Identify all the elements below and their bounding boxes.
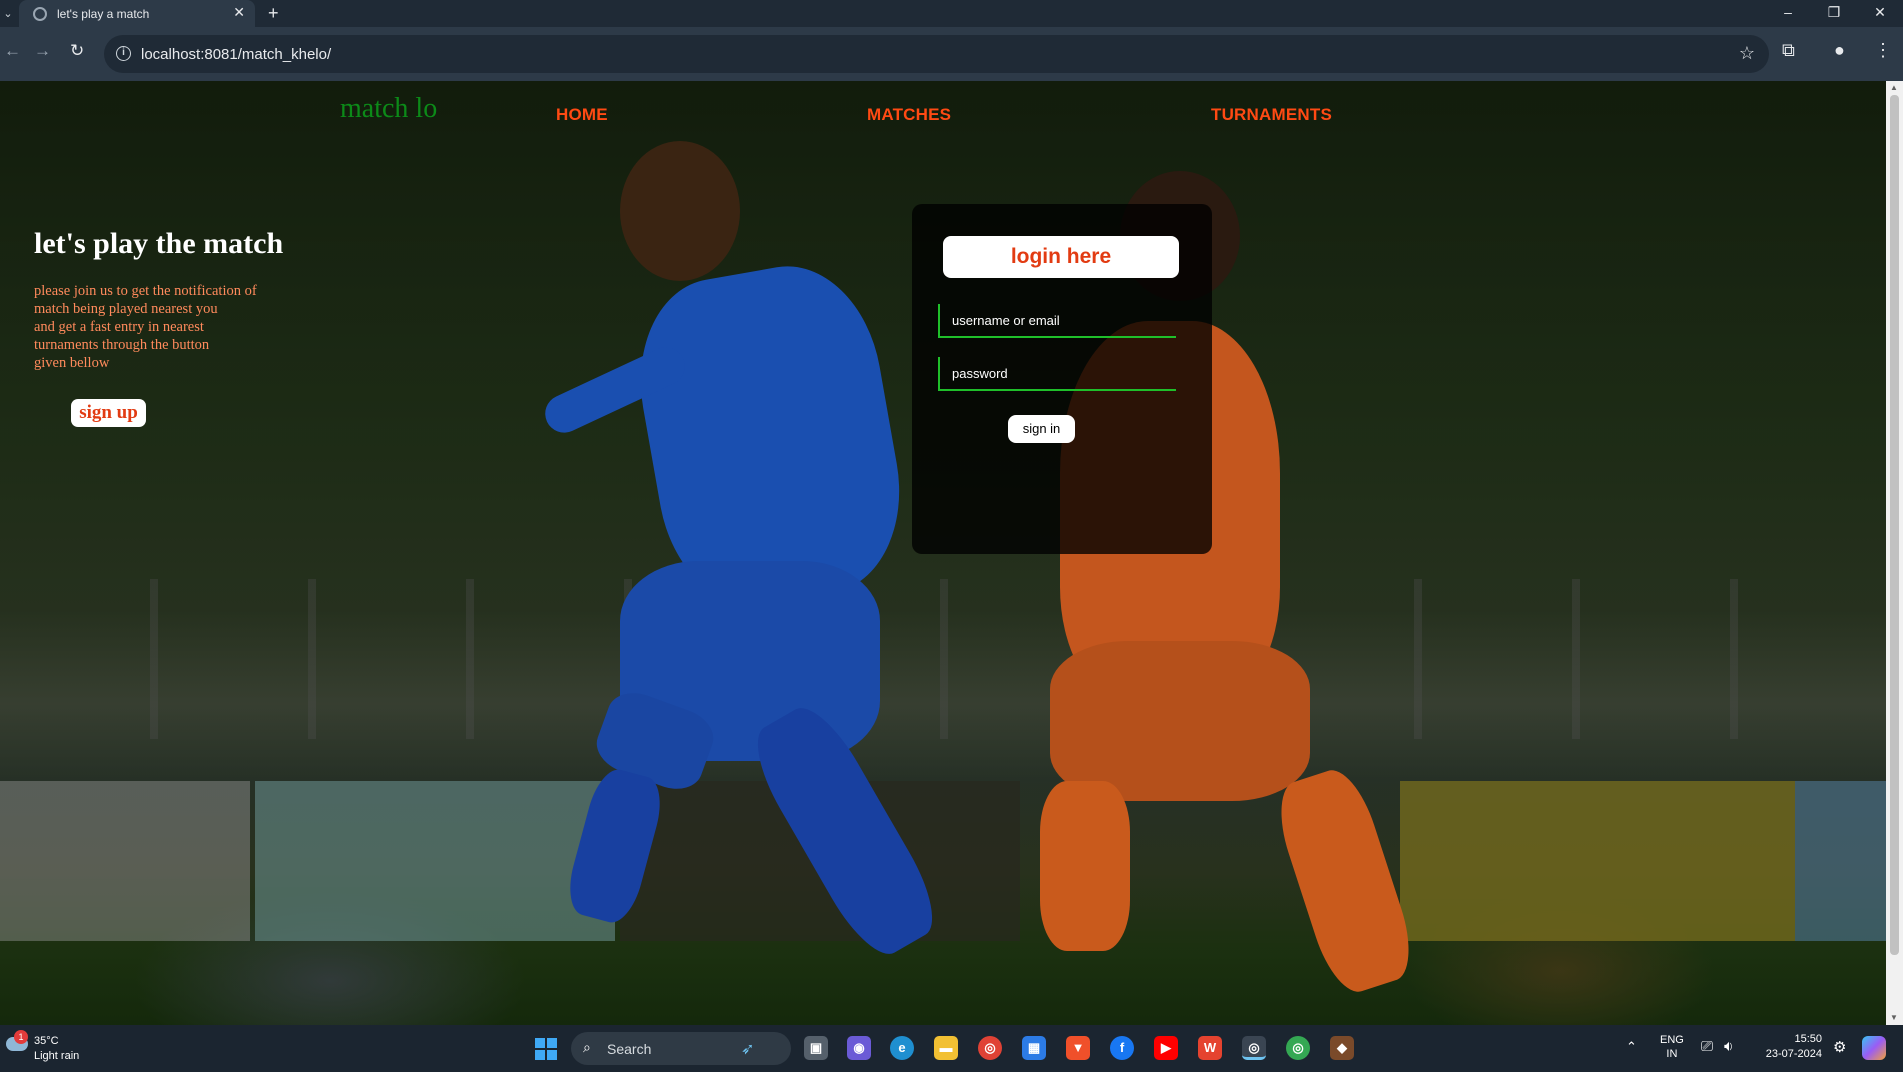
page-scrollbar[interactable]: ▲ ▼	[1886, 81, 1903, 1025]
nav-matches[interactable]: MATCHES	[867, 105, 951, 125]
task-view-icon[interactable]: ▣	[804, 1036, 828, 1060]
bookmark-star-icon[interactable]: ☆	[1739, 43, 1755, 64]
sign-in-button[interactable]: sign in	[1008, 415, 1075, 443]
globe-icon	[33, 7, 47, 21]
minimize-icon[interactable]: –	[1778, 4, 1798, 20]
tab-search-chevron-icon[interactable]: ⌄	[0, 4, 16, 24]
os-taskbar: 1 35°C Light rain ⌕ Search ➶ ▣ ◉ e ▬ ◎ ▦…	[0, 1025, 1903, 1072]
tab-close-icon[interactable]: ✕	[233, 4, 245, 21]
taskbar-search[interactable]: ⌕ Search ➶	[571, 1032, 791, 1065]
brand-logo-text[interactable]: match lo	[340, 93, 437, 125]
windows-start-icon[interactable]	[535, 1038, 557, 1060]
language-indicator[interactable]: ENG IN	[1660, 1033, 1684, 1061]
language-code: ENG	[1660, 1034, 1684, 1046]
hero-line: turnaments through the button	[34, 337, 210, 353]
teams-chat-icon[interactable]: ◉	[847, 1036, 871, 1060]
new-tab-button[interactable]: +	[268, 3, 279, 24]
notification-bell-icon[interactable]: ⚙	[1833, 1038, 1846, 1056]
profile-icon[interactable]: ●	[1834, 40, 1845, 61]
login-heading: login here	[943, 236, 1179, 278]
facebook-icon[interactable]: f	[1110, 1036, 1134, 1060]
nav-turnaments[interactable]: TURNAMENTS	[1211, 105, 1332, 125]
hero-line: match being played nearest you	[34, 301, 218, 317]
chrome-secondary-icon[interactable]: ◎	[1286, 1036, 1310, 1060]
username-input[interactable]	[938, 304, 1176, 338]
page-viewport: match lo HOME MATCHES TURNAMENTS let's p…	[0, 81, 1886, 1025]
clock-time[interactable]: 15:50	[1792, 1033, 1822, 1045]
tray-overflow-chevron-icon[interactable]: ⌃	[1626, 1039, 1637, 1055]
chrome-profile-icon[interactable]: ◎	[1242, 1036, 1266, 1060]
tab-strip: ⌄ let's play a match ✕ + – ❐ ✕	[0, 0, 1903, 27]
wps-office-icon[interactable]: W	[1198, 1036, 1222, 1060]
search-icon: ⌕	[583, 1039, 591, 1055]
hero-description: please join us to get the notification o…	[34, 282, 294, 372]
restore-icon[interactable]: ❐	[1824, 4, 1844, 21]
region-code: IN	[1666, 1048, 1678, 1060]
hero-title: let's play the match	[34, 227, 284, 260]
password-input[interactable]	[938, 357, 1176, 391]
hero-line: please join us to get the notification o…	[34, 283, 257, 299]
search-highlight-fish-icon: ➶	[741, 1041, 755, 1058]
clock-date[interactable]: 23-07-2024	[1758, 1048, 1822, 1060]
weather-alert-badge: 1	[14, 1030, 28, 1044]
volume-icon[interactable]: 🔉︎	[1724, 1038, 1733, 1055]
weather-description[interactable]: Light rain	[34, 1050, 79, 1062]
game-app-icon[interactable]: ◆	[1330, 1036, 1354, 1060]
menu-kebab-icon[interactable]: ⋮	[1874, 40, 1892, 61]
window-close-icon[interactable]: ✕	[1870, 4, 1890, 21]
browser-toolbar: ← → ↻ i localhost:8081/match_khelo/ ☆ ⧉ …	[0, 27, 1903, 81]
hero-line: and get a fast entry in nearest	[34, 319, 204, 335]
youtube-icon[interactable]: ▶	[1154, 1036, 1178, 1060]
reload-icon[interactable]: ↻	[70, 41, 84, 61]
extensions-icon[interactable]: ⧉	[1782, 40, 1795, 61]
weather-temperature[interactable]: 35°C	[34, 1035, 59, 1047]
address-bar[interactable]: i localhost:8081/match_khelo/ ☆	[104, 35, 1769, 73]
copilot-icon[interactable]	[1862, 1036, 1886, 1060]
hero-line: given bellow	[34, 355, 110, 371]
login-panel: login here sign in	[912, 204, 1212, 554]
browser-tab[interactable]: let's play a match ✕	[19, 0, 255, 27]
tab-title: let's play a match	[57, 7, 150, 21]
scroll-thumb[interactable]	[1890, 95, 1899, 955]
site-info-icon[interactable]: i	[116, 46, 131, 61]
forward-icon[interactable]: →	[34, 41, 51, 61]
url-text[interactable]: localhost:8081/match_khelo/	[141, 46, 331, 63]
file-explorer-icon[interactable]: ▬	[934, 1036, 958, 1060]
brave-icon[interactable]: ▼	[1066, 1036, 1090, 1060]
sign-up-button[interactable]: sign up	[71, 399, 146, 427]
edge-icon[interactable]: e	[890, 1036, 914, 1060]
scroll-up-arrow-icon[interactable]: ▲	[1890, 83, 1898, 92]
nav-home[interactable]: HOME	[556, 105, 608, 125]
back-icon[interactable]: ←	[4, 41, 21, 61]
microsoft-store-icon[interactable]: ▦	[1022, 1036, 1046, 1060]
chrome-icon[interactable]: ◎	[978, 1036, 1002, 1060]
network-icon[interactable]: ⎚	[1701, 1038, 1713, 1055]
search-label: Search	[607, 1041, 652, 1057]
scroll-down-arrow-icon[interactable]: ▼	[1890, 1013, 1898, 1022]
